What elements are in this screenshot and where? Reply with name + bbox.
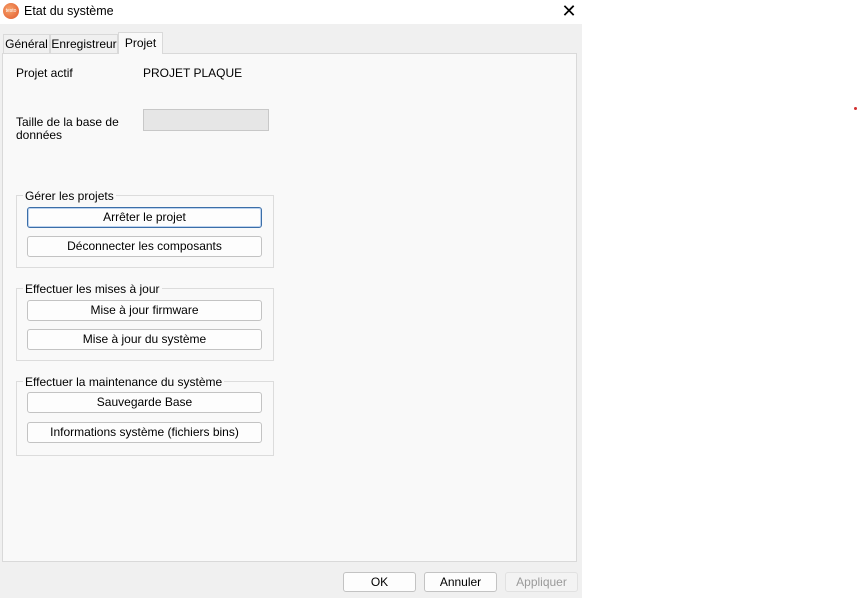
- title-bar: testo Etat du système ✕: [0, 0, 582, 24]
- group-updates-legend: Effectuer les mises à jour: [23, 282, 162, 296]
- window-title: Etat du système: [24, 4, 114, 18]
- group-updates: Effectuer les mises à jour: [16, 282, 274, 361]
- tab-enregistreur[interactable]: Enregistreur: [50, 34, 118, 53]
- group-manage-projects-legend: Gérer les projets: [23, 189, 116, 203]
- db-size-field: [143, 109, 269, 131]
- active-project-label: Projet actif: [16, 66, 73, 80]
- app-icon-text: testo: [5, 8, 17, 14]
- disconnect-components-button[interactable]: Déconnecter les composants: [27, 236, 262, 257]
- system-info-button[interactable]: Informations système (fichiers bins): [27, 422, 262, 443]
- system-status-dialog: testo Etat du système ✕ Général Enregist…: [0, 0, 582, 598]
- group-maintenance-legend: Effectuer la maintenance du système: [23, 375, 225, 389]
- tab-general[interactable]: Général: [3, 34, 50, 53]
- testo-app-icon: testo: [3, 3, 19, 19]
- db-size-label-line1: Taille de la base de: [16, 115, 119, 129]
- stop-project-button[interactable]: Arrêter le projet: [27, 207, 262, 228]
- red-marker-dot: [854, 107, 857, 110]
- system-update-button[interactable]: Mise à jour du système: [27, 329, 262, 350]
- tab-projet[interactable]: Projet: [118, 32, 163, 54]
- active-project-value: PROJET PLAQUE: [143, 66, 243, 80]
- cancel-button[interactable]: Annuler: [424, 572, 497, 592]
- firmware-update-button[interactable]: Mise à jour firmware: [27, 300, 262, 321]
- apply-button: Appliquer: [505, 572, 578, 592]
- backup-database-button[interactable]: Sauvegarde Base: [27, 392, 262, 413]
- group-manage-projects: Gérer les projets: [16, 189, 274, 268]
- ok-button[interactable]: OK: [343, 572, 416, 592]
- close-icon[interactable]: ✕: [556, 0, 582, 22]
- db-size-label-line2: données: [16, 128, 63, 142]
